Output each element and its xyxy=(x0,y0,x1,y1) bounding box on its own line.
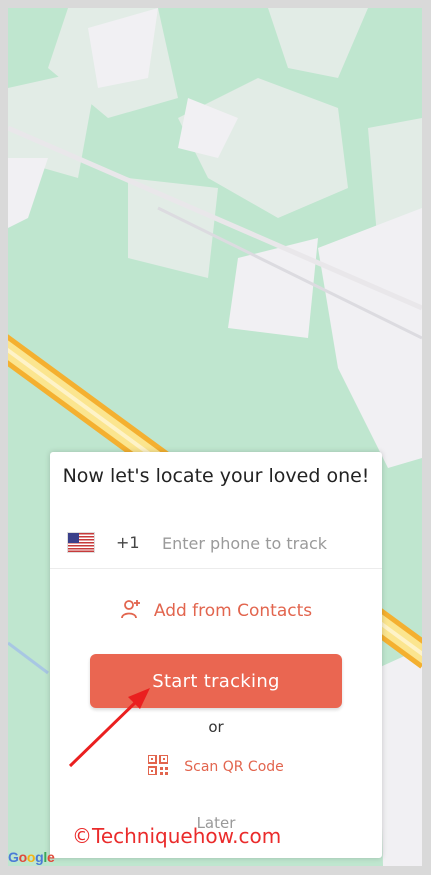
scan-qr-button[interactable]: Scan QR Code xyxy=(50,754,382,780)
us-flag-icon[interactable] xyxy=(67,532,95,553)
add-from-contacts-label: Add from Contacts xyxy=(153,601,313,621)
google-logo: Google xyxy=(8,849,55,865)
later-link[interactable]: Later xyxy=(50,814,382,832)
add-from-contacts-button[interactable]: Add from Contacts xyxy=(50,596,382,626)
phone-input-row: +1 xyxy=(50,520,382,569)
qr-code-icon xyxy=(147,754,170,779)
start-tracking-button[interactable]: Start tracking xyxy=(90,654,342,708)
add-person-icon xyxy=(120,598,142,625)
country-code[interactable]: +1 xyxy=(116,533,140,552)
or-separator: or xyxy=(208,718,224,736)
card-title: Now let's locate your loved one! xyxy=(62,465,370,487)
scan-qr-label: Scan QR Code xyxy=(184,759,284,775)
phone-input[interactable] xyxy=(160,527,364,559)
locate-card: Now let's locate your loved one! +1 Ente… xyxy=(50,452,382,858)
